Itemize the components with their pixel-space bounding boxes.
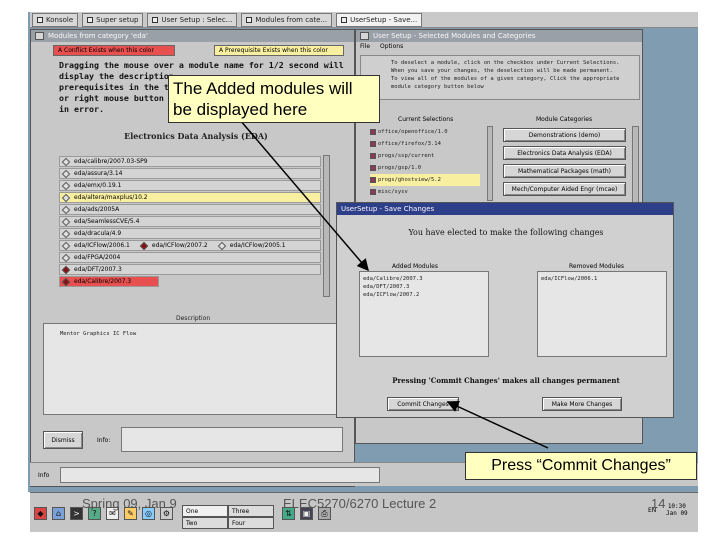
arrow-to-added-modules	[239, 119, 369, 272]
footer-page-number: 14	[651, 496, 666, 511]
commit-changes-callout: Press “Commit Changes”	[465, 452, 697, 480]
arrow-to-commit-button	[446, 400, 549, 449]
footer-course: ELEC5270/6270 Lecture 2	[283, 496, 437, 511]
footer-date: Spring 09, Jan 9	[82, 496, 177, 511]
added-modules-callout: The Added modules will be displayed here	[168, 75, 380, 123]
